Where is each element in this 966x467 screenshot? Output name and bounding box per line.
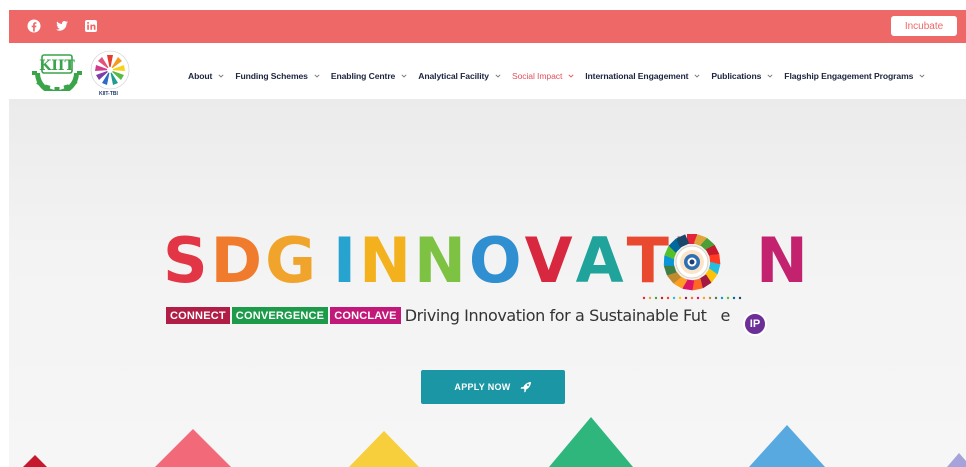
- title-letter: O: [468, 224, 525, 297]
- facebook-icon[interactable]: [27, 19, 41, 33]
- rocket-icon: [520, 382, 531, 393]
- nav-item-label: Publications: [711, 71, 762, 81]
- tag-connect: CONNECT: [166, 307, 230, 324]
- svg-text:KIIT: KIIT: [39, 58, 75, 74]
- kiit-logo[interactable]: KIIT: [29, 51, 85, 91]
- title-letter: I: [333, 224, 360, 297]
- decorative-triangles: [23, 417, 966, 467]
- tag-conclave: CONCLAVE: [330, 307, 401, 324]
- main-navigation: KIIT KIIT-TBI About Funding Schemes Enab…: [9, 43, 966, 99]
- title-letter: N: [359, 224, 414, 297]
- kiit-tbi-logo[interactable]: [87, 49, 133, 95]
- page: Incubate KIIT KIIT-TBI About Funding Sch…: [9, 10, 966, 467]
- nav-item-label: Analytical Facility: [418, 71, 489, 81]
- chevron-down-icon: [401, 74, 407, 78]
- hero-banner: S D G I N N O V A T I N: [9, 99, 966, 467]
- linkedin-icon[interactable]: [84, 19, 98, 33]
- logo-caption: KIIT-TBI: [99, 91, 118, 97]
- tagline-text: Driving Innovation for a Sustainable Fut…: [404, 306, 731, 325]
- nav-item-label: Flagship Engagement Programs: [784, 71, 914, 81]
- nav-item-analytical-facility[interactable]: Analytical Facility: [418, 71, 501, 81]
- nav-item-international-engagement[interactable]: International Engagement: [585, 71, 700, 81]
- apply-now-button[interactable]: APPLY NOW: [421, 370, 565, 404]
- incubate-button[interactable]: Incubate: [891, 16, 957, 36]
- top-bar: Incubate: [9, 10, 966, 43]
- title-letter: N: [755, 224, 811, 297]
- nav-item-label: Funding Schemes: [235, 71, 308, 81]
- decorative-dots: [642, 296, 742, 300]
- nav-item-publications[interactable]: Publications: [711, 71, 773, 81]
- ip-badge-label: IP: [749, 318, 761, 330]
- nav-menu: About Funding Schemes Enabling Centre An…: [188, 69, 936, 83]
- tagline-text-main: Driving Innovation for a Sustainable Fut: [404, 306, 707, 325]
- tagline-text-end: e: [720, 306, 731, 325]
- tag-convergence: CONVERGENCE: [231, 307, 329, 324]
- nav-item-label: About: [188, 71, 213, 81]
- hero-tagline: CONNECT CONVERGENCE CONCLAVE Driving Inn…: [166, 306, 730, 325]
- sdg-wheel-icon: [663, 234, 721, 291]
- chevron-down-icon: [314, 74, 320, 78]
- ip-badge-icon[interactable]: IP: [743, 312, 767, 336]
- nav-item-enabling-centre[interactable]: Enabling Centre: [331, 71, 407, 81]
- chevron-down-icon: [919, 74, 925, 78]
- chevron-down-icon: [218, 74, 224, 78]
- nav-item-funding-schemes[interactable]: Funding Schemes: [235, 71, 320, 81]
- nav-item-label: Enabling Centre: [330, 71, 396, 81]
- nav-item-label: International Engagement: [585, 71, 689, 81]
- nav-item-about[interactable]: About: [188, 71, 224, 81]
- title-letter: N: [413, 224, 469, 297]
- chevron-down-icon: [694, 74, 700, 78]
- title-letter: G: [265, 224, 320, 297]
- title-letter: A: [575, 224, 627, 297]
- chevron-down-icon: [495, 74, 501, 78]
- apply-now-label: APPLY NOW: [454, 382, 511, 392]
- nav-item-label: Social Impact: [511, 71, 563, 81]
- chevron-down-icon: [767, 74, 773, 78]
- title-letter: S: [163, 224, 211, 297]
- chevron-down-icon: [568, 74, 574, 78]
- nav-item-social-impact[interactable]: Social Impact: [512, 71, 574, 81]
- nav-item-flagship-engagement-programs[interactable]: Flagship Engagement Programs: [784, 71, 925, 81]
- title-letter: V: [524, 224, 576, 297]
- twitter-icon[interactable]: [55, 19, 69, 33]
- title-letter: D: [210, 224, 266, 297]
